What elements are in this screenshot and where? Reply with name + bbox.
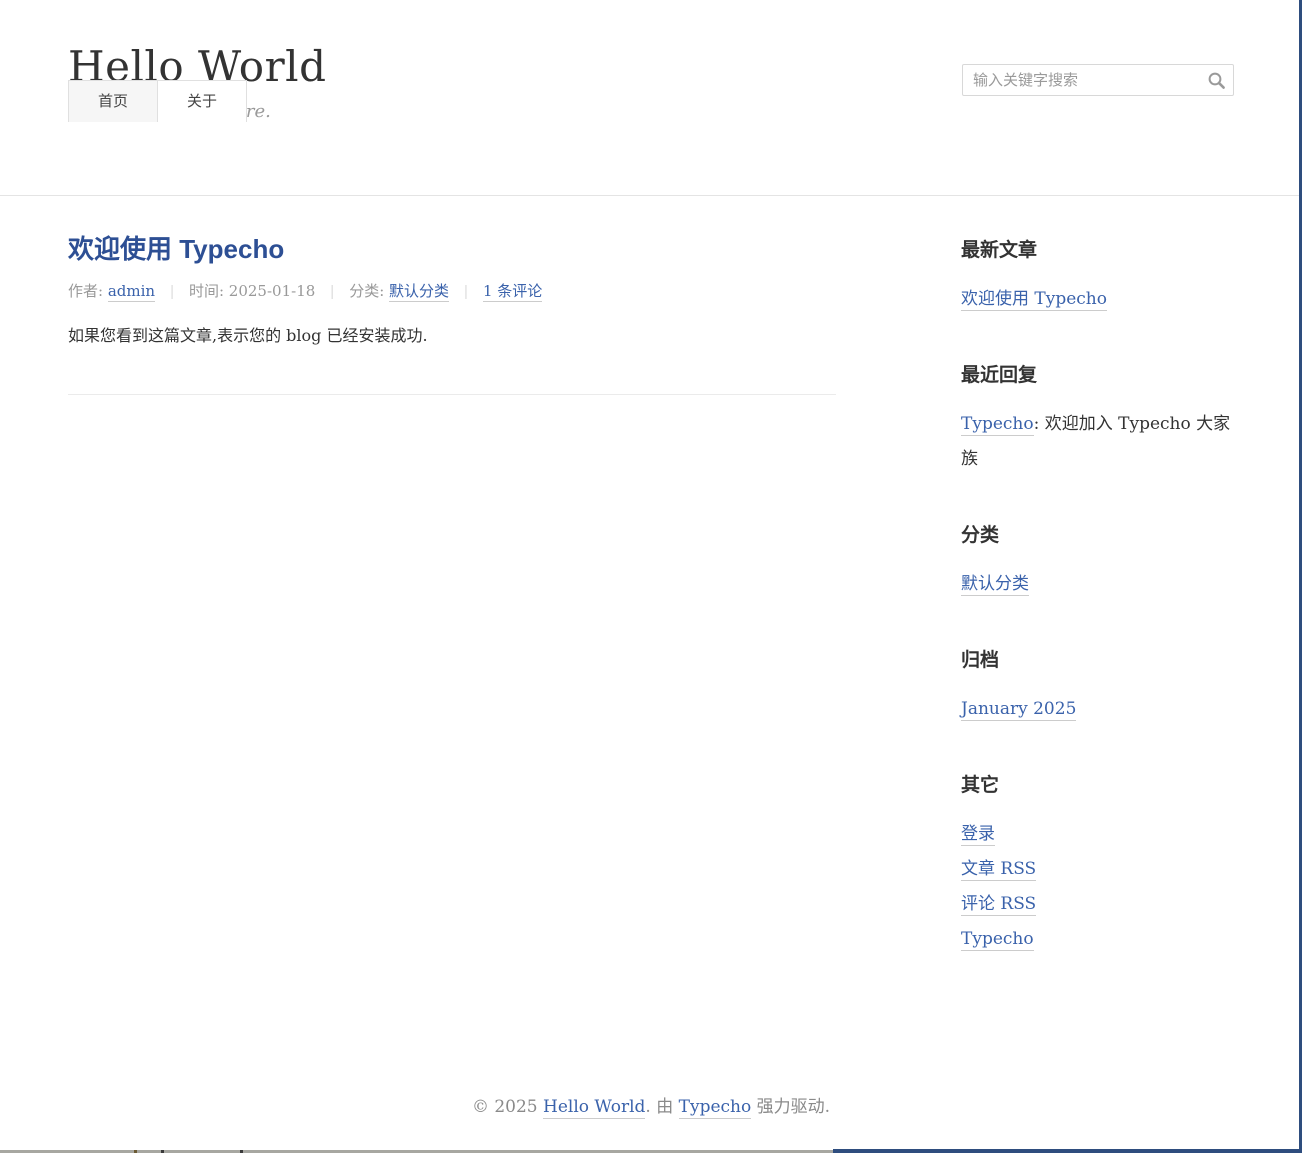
post-meta: 作者: admin | 时间: 2025-01-18 | 分类: 默认分类 | 1 条评论 (68, 280, 836, 301)
copyright-text: © 2025 (472, 1097, 543, 1117)
recent-post-link[interactable]: 欢迎使用 Typecho (961, 289, 1107, 311)
post-divider (68, 394, 836, 395)
list-item: 登录 (961, 817, 1234, 852)
meta-separator: | (330, 283, 334, 300)
widget-title: 归档 (961, 645, 1234, 672)
site-footer: © 2025 Hello World. 由 Typecho 强力驱动. (0, 1092, 1302, 1117)
widget-categories: 分类 默认分类 (961, 520, 1234, 602)
comments-link[interactable]: 1 条评论 (483, 282, 542, 302)
list-item: 欢迎使用 Typecho (961, 282, 1234, 317)
reply-author-link[interactable]: Typecho (961, 414, 1034, 436)
category-link[interactable]: 默认分类 (389, 282, 449, 302)
typecho-link[interactable]: Typecho (961, 929, 1034, 951)
taskbar-edge (0, 1146, 1302, 1152)
list-item: 文章 RSS (961, 852, 1234, 887)
widget-recent-replies: 最近回复 Typecho: 欢迎加入 Typecho 大家族 (961, 360, 1234, 477)
footer-middle-text: . 由 (645, 1097, 678, 1117)
footer-engine-link[interactable]: Typecho (679, 1097, 752, 1119)
taskbar-edge-navy (833, 1149, 1302, 1153)
login-link[interactable]: 登录 (961, 824, 995, 846)
author-link[interactable]: admin (108, 282, 155, 302)
sidebar: 最新文章 欢迎使用 Typecho 最近回复 Typecho: 欢迎加入 Typ… (961, 235, 1234, 1000)
widget-misc: 其它 登录 文章 RSS 评论 RSS Typecho (961, 770, 1234, 957)
search-icon (1207, 71, 1226, 90)
meta-separator: | (170, 283, 174, 300)
widget-archives: 归档 January 2025 (961, 645, 1234, 727)
category-item-link[interactable]: 默认分类 (961, 574, 1029, 596)
widget-recent-posts: 最新文章 欢迎使用 Typecho (961, 235, 1234, 317)
main-column: 欢迎使用 Typecho 作者: admin | 时间: 2025-01-18 | 分类… (68, 235, 836, 1000)
list-item: 评论 RSS (961, 887, 1234, 922)
list-item: 默认分类 (961, 567, 1234, 602)
meta-separator: | (464, 283, 468, 300)
category-label: 分类: (349, 282, 389, 300)
comment-rss-link[interactable]: 评论 RSS (961, 894, 1036, 916)
post-date: 时间: 2025-01-18 (189, 282, 315, 300)
widget-title: 最近回复 (961, 360, 1234, 387)
post-body: 如果您看到这篇文章,表示您的 blog 已经安装成功. (68, 324, 836, 348)
search-button[interactable] (1199, 65, 1233, 95)
nav-tab-about[interactable]: 关于 (158, 80, 247, 122)
footer-suffix-text: 强力驱动. (751, 1097, 830, 1117)
archive-link[interactable]: January 2025 (961, 699, 1076, 721)
post: 欢迎使用 Typecho 作者: admin | 时间: 2025-01-18 | 分类… (68, 235, 836, 395)
nav-tab-home[interactable]: 首页 (68, 80, 158, 122)
widget-title: 最新文章 (961, 235, 1234, 262)
site-header: Hello World Your description here. 首页 关于 (0, 0, 1302, 196)
widget-title: 分类 (961, 520, 1234, 547)
search-box (962, 64, 1234, 96)
search-input[interactable] (963, 65, 1199, 95)
list-item: January 2025 (961, 692, 1234, 727)
widget-title: 其它 (961, 770, 1234, 797)
list-item: Typecho: 欢迎加入 Typecho 大家族 (961, 407, 1234, 477)
post-title-link[interactable]: 欢迎使用 Typecho (68, 234, 284, 264)
list-item: Typecho (961, 922, 1234, 957)
footer-site-link[interactable]: Hello World (543, 1097, 645, 1119)
post-rss-link[interactable]: 文章 RSS (961, 859, 1036, 881)
author-label: 作者: (68, 282, 108, 300)
post-title: 欢迎使用 Typecho (68, 235, 836, 264)
main-nav: 首页 关于 (68, 80, 247, 122)
content-area: 欢迎使用 Typecho 作者: admin | 时间: 2025-01-18 | 分类… (68, 196, 1234, 1000)
